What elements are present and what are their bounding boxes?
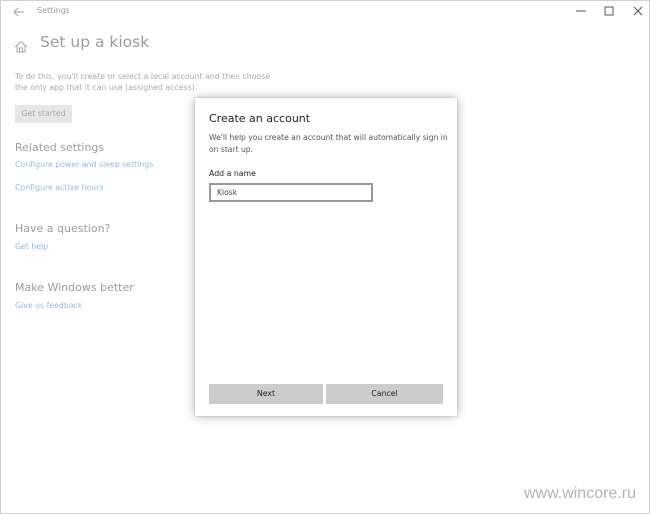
cancel-button[interactable]: Cancel <box>326 384 443 404</box>
name-field-label: Add a name <box>209 169 256 178</box>
next-button[interactable]: Next <box>209 384 323 404</box>
dialog-description: We'll help you create an account that wi… <box>209 133 448 154</box>
watermark: www.wincore.ru <box>523 485 636 502</box>
create-account-dialog: Create an account We'll help you create … <box>195 98 457 416</box>
settings-window: Settings Set up a kiosk To do this, you'… <box>0 0 650 514</box>
dialog-title: Create an account <box>209 112 311 125</box>
name-input[interactable]: Kiosk <box>209 183 373 202</box>
